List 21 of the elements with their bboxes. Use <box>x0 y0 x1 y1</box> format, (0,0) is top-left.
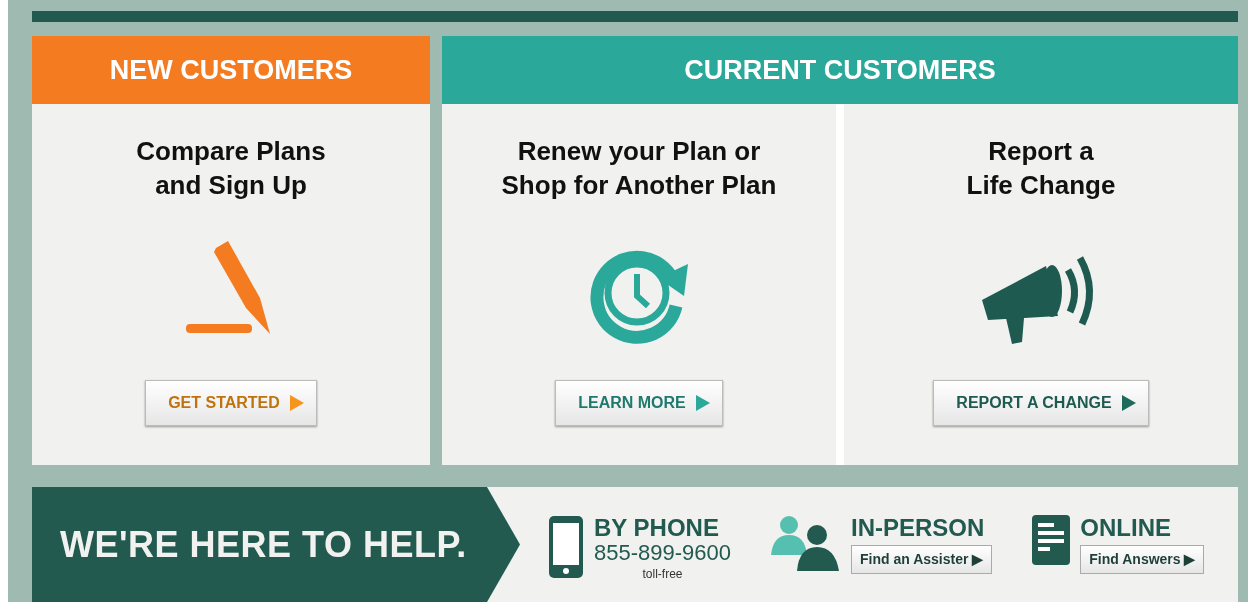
phone-number: 855-899-9600 <box>594 541 731 565</box>
card-title: Compare Plans and Sign Up <box>136 135 326 202</box>
play-icon <box>289 395 304 411</box>
card-title: Renew your Plan or Shop for Another Plan <box>501 135 777 202</box>
play-icon <box>695 395 710 411</box>
document-icon <box>1032 515 1071 565</box>
action-button[interactable]: REPORT A CHANGE <box>933 380 1149 426</box>
help-heading: IN-PERSON <box>851 515 986 541</box>
section-header: CURRENT CUSTOMERS <box>442 36 1238 104</box>
action-button[interactable]: LEARN MORE <box>555 380 723 426</box>
banner-text: WE'RE HERE TO HELP. <box>60 522 467 567</box>
card-title: Report a Life Change <box>966 135 1116 202</box>
section-header: NEW CUSTOMERS <box>32 36 430 104</box>
phone-icon <box>548 515 584 579</box>
play-icon <box>1121 395 1136 411</box>
phone-note: toll-free <box>641 566 684 583</box>
people-icon <box>771 515 841 571</box>
help-button[interactable]: Find an Assister ▶ <box>851 545 993 574</box>
help-heading: ONLINE <box>1080 515 1172 541</box>
help-heading: BY PHONE <box>594 515 720 541</box>
help-button[interactable]: Find Answers ▶ <box>1080 545 1205 574</box>
